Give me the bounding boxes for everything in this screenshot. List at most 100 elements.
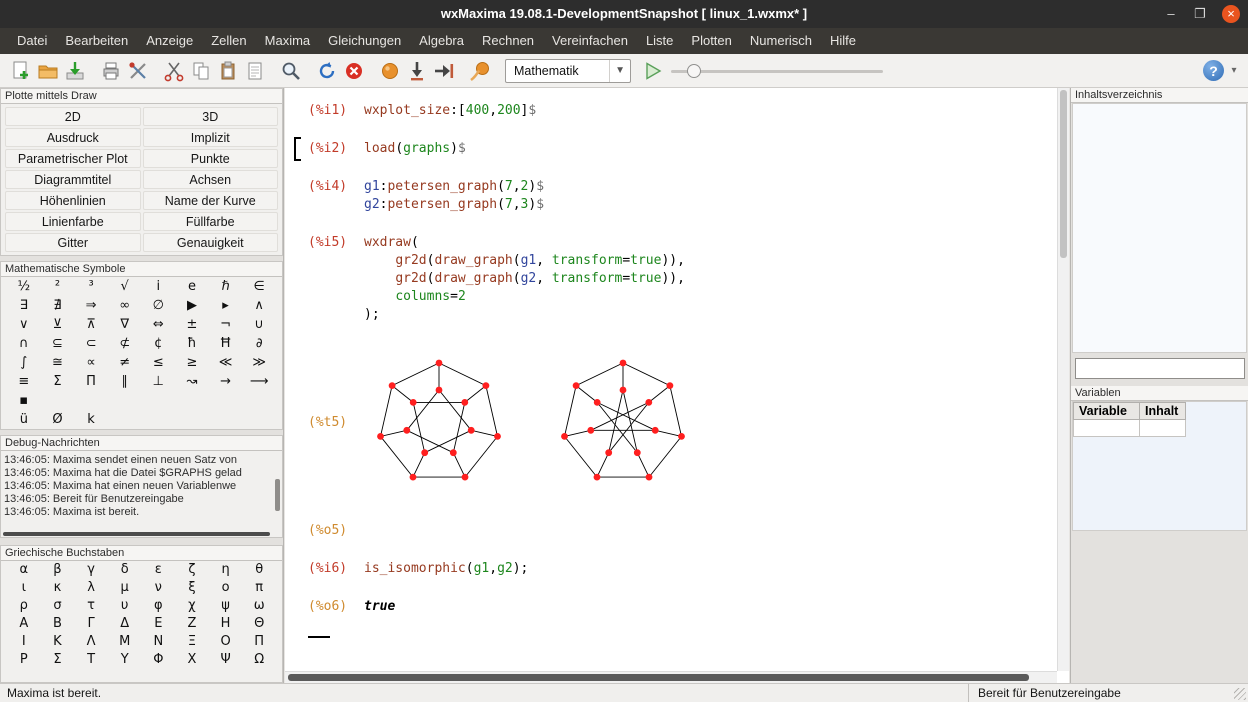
symbol-button[interactable]: ħ [175,334,209,353]
draw-button-füllfarbe[interactable]: Füllfarbe [143,212,279,231]
horizontal-scrollbar-thumb[interactable] [288,674,1029,681]
menu-zellen[interactable]: Zellen [202,28,255,54]
symbol-button[interactable]: ≠ [108,353,142,372]
draw-button-punkte[interactable]: Punkte [143,149,279,168]
greek-letter-button[interactable]: ω [242,597,276,615]
greek-letter-button[interactable]: K [41,633,75,651]
symbol-button[interactable]: ∨ [7,315,41,334]
symbol-button[interactable]: ≫ [242,353,276,372]
menu-numerisch[interactable]: Numerisch [741,28,821,54]
follow-button[interactable] [430,57,457,84]
symbol-button[interactable]: e [175,277,209,296]
cell-code[interactable]: wxdraw( gr2d(draw_graph(g1, transform=tr… [364,234,685,324]
cell-code[interactable]: true [364,598,395,616]
draw-button-gitter[interactable]: Gitter [5,233,141,252]
greek-letter-button[interactable]: Θ [242,615,276,633]
greek-letter-button[interactable]: φ [142,597,176,615]
symbol-button[interactable]: Σ [41,372,75,391]
menu-liste[interactable]: Liste [637,28,682,54]
toolbar-overflow-button[interactable]: ▾ [1227,65,1241,76]
variables-col-inhalt[interactable]: Inhalt [1140,403,1186,420]
symbol-button[interactable]: ∪ [242,315,276,334]
menu-gleichungen[interactable]: Gleichungen [319,28,410,54]
greek-letter-button[interactable]: π [242,579,276,597]
greek-letter-button[interactable]: ν [142,579,176,597]
greek-letter-button[interactable]: ξ [175,579,209,597]
worksheet-cells[interactable]: (%i1)wxplot_size:[400,200]$(%i2)load(gra… [285,88,1057,671]
greek-letter-button[interactable]: Y [108,651,142,669]
greek-letter-button[interactable]: ψ [209,597,243,615]
symbol-button[interactable]: ℏ [209,277,243,296]
greek-letter-button[interactable]: δ [108,561,142,579]
greek-letter-button[interactable]: Ψ [209,651,243,669]
greek-letter-button[interactable]: η [209,561,243,579]
symbol-button[interactable]: ∈ [242,277,276,296]
greek-letter-button[interactable]: τ [74,597,108,615]
symbol-button[interactable]: ▸ [209,296,243,315]
menu-datei[interactable]: Datei [8,28,56,54]
symbol-button[interactable]: ∥ [108,372,142,391]
symbol-button[interactable]: ↝ [175,372,209,391]
symbol-button[interactable]: ⊂ [74,334,108,353]
draw-button-name-der-kurve[interactable]: Name der Kurve [143,191,279,210]
symbol-button[interactable]: k [74,410,108,429]
menu-maxima[interactable]: Maxima [256,28,320,54]
greek-letter-button[interactable]: Φ [142,651,176,669]
greek-letter-button[interactable]: X [175,651,209,669]
draw-button-parametrischer-plot[interactable]: Parametrischer Plot [5,149,141,168]
draw-button-achsen[interactable]: Achsen [143,170,279,189]
minimize-button[interactable]: – [1164,7,1178,21]
greek-letter-button[interactable]: Π [242,633,276,651]
greek-letter-button[interactable]: Σ [41,651,75,669]
symbol-button[interactable]: ≪ [209,353,243,372]
symbol-button[interactable]: ⊆ [41,334,75,353]
symbol-button[interactable]: ∂ [242,334,276,353]
draw-button-3d[interactable]: 3D [143,107,279,126]
symbol-button[interactable]: ± [175,315,209,334]
greek-letter-button[interactable]: I [7,633,41,651]
symbol-button[interactable]: ³ [74,277,108,296]
greek-letter-button[interactable]: M [108,633,142,651]
vertical-scrollbar[interactable] [1057,88,1069,671]
paste-button[interactable] [214,57,241,84]
open-button[interactable] [34,57,61,84]
close-button[interactable]: × [1222,5,1240,23]
greek-letter-button[interactable]: θ [242,561,276,579]
greek-letter-button[interactable]: χ [175,597,209,615]
greek-letter-button[interactable]: A [7,615,41,633]
greek-letter-button[interactable]: B [41,615,75,633]
symbol-button[interactable]: ¢ [142,334,176,353]
slider-handle[interactable] [687,64,701,78]
greek-letter-button[interactable]: Z [175,615,209,633]
draw-button-genauigkeit[interactable]: Genauigkeit [143,233,279,252]
symbol-button[interactable]: ∞ [108,296,142,315]
symbol-button[interactable]: ≥ [175,353,209,372]
symbol-button[interactable]: ⊻ [41,315,75,334]
debug-horizontal-scrollbar[interactable] [3,532,270,536]
greek-letter-button[interactable]: O [209,633,243,651]
symbol-button[interactable]: ² [41,277,75,296]
cell-code[interactable]: g1:petersen_graph(7,2)$g2:petersen_graph… [364,178,544,214]
variables-empty-cell[interactable] [1074,420,1140,437]
symbol-button[interactable]: ∩ [7,334,41,353]
greek-letter-button[interactable]: ζ [175,561,209,579]
symbol-button[interactable]: ▪ [7,391,41,410]
symbol-button[interactable]: ▶ [175,296,209,315]
cell-style-select[interactable]: Mathematik ▼ [505,59,631,83]
cell-code[interactable]: load(graphs)$ [364,140,466,158]
greek-letter-button[interactable]: E [142,615,176,633]
cut-button[interactable] [160,57,187,84]
symbol-button[interactable]: ∃ [7,296,41,315]
wxhelp-button[interactable] [466,57,493,84]
greek-letter-button[interactable]: P [7,651,41,669]
evaluate-rest-button[interactable] [403,57,430,84]
symbol-button[interactable]: ∅ [142,296,176,315]
draw-button-2d[interactable]: 2D [5,107,141,126]
greek-letter-button[interactable]: μ [108,579,142,597]
symbol-button[interactable]: ⊥ [142,372,176,391]
greek-letter-button[interactable]: ε [142,561,176,579]
symbol-button[interactable]: ⟶ [242,372,276,391]
greek-letter-button[interactable]: N [142,633,176,651]
symbol-button[interactable]: ⊼ [74,315,108,334]
help-button[interactable]: ? [1203,60,1224,81]
